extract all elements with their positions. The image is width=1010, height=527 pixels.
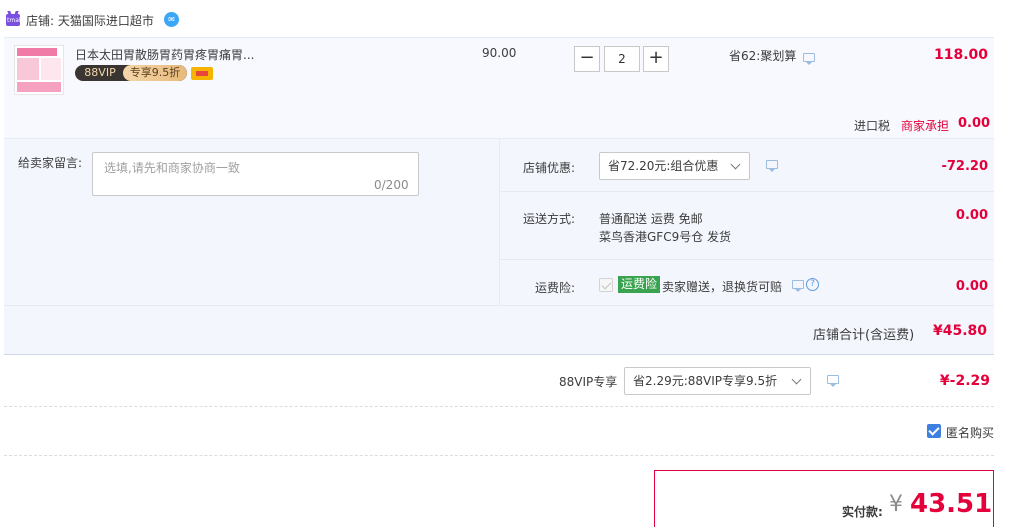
wangwang-chat-icon[interactable]: ✉ (164, 12, 179, 27)
import-tax-label: 进口税 (854, 119, 891, 133)
chevron-down-icon (791, 374, 802, 385)
store-promo-select[interactable]: 省72.20元:组合优惠 (599, 152, 750, 180)
quantity-increase-button[interactable]: + (643, 46, 669, 72)
remark-label: 给卖家留言: (18, 156, 83, 170)
item-subtotal: 118.00 (933, 47, 988, 63)
unit-price: 90.00 (482, 46, 517, 60)
insurance-checkbox (599, 278, 613, 292)
anonymous-purchase-checkbox[interactable] (927, 424, 941, 438)
vip-discount-select[interactable]: 省2.29元:88VIP专享9.5折 (624, 367, 811, 395)
remark-char-counter: 0/200 (374, 178, 409, 192)
vip-badge-label: 88VIP (84, 66, 116, 79)
store-promo-label: 店铺优惠: (523, 161, 576, 175)
shipping-value: 0.00 (955, 208, 988, 223)
comment-icon[interactable] (766, 160, 778, 172)
store-total-value: ¥45.80 (933, 323, 988, 339)
divider (4, 406, 994, 407)
store-promo-selected: 省72.20元:组合优惠 (608, 159, 719, 173)
shipping-label: 运送方式: (523, 212, 576, 226)
payment-label: 实付款: (842, 505, 883, 519)
insurance-description: 卖家赠送，退换货可赔 (662, 280, 783, 294)
shipping-method: 普通配送 运费 免邮 (599, 212, 703, 226)
comment-icon[interactable] (803, 53, 815, 65)
anonymous-purchase-label[interactable]: 匿名购买 (946, 424, 994, 441)
item-discount-text: 省62:聚划算 (729, 49, 797, 63)
vip-discount-label: 88VIP专享 (559, 375, 618, 389)
quantity-input[interactable]: 2 (604, 46, 640, 72)
product-title-link[interactable]: 日本太田胃散肠胃药胃疼胃痛胃... (75, 46, 254, 63)
credit-card-icon (191, 67, 213, 80)
quantity-decrease-button[interactable]: − (574, 46, 600, 72)
divider (500, 259, 994, 260)
import-tax-value: 0.00 (958, 116, 991, 131)
insurance-badge: 运费险 (618, 276, 661, 293)
product-thumbnail[interactable] (14, 45, 64, 95)
vip-badge-discount: 专享9.5折 (123, 65, 187, 81)
remark-placeholder: 选填,请先和商家协商一致 (104, 161, 240, 175)
shipping-origin: 菜鸟香港GFC9号仓 发货 (599, 230, 732, 244)
divider (4, 455, 994, 456)
vip-discount-badge: 88VIP 专享9.5折 (75, 65, 187, 81)
comment-icon[interactable] (792, 280, 804, 292)
chevron-down-icon (730, 159, 741, 170)
insurance-value: 0.00 (955, 279, 988, 294)
divider (500, 191, 994, 192)
insurance-label: 运费险: (535, 281, 576, 295)
comment-icon[interactable] (827, 375, 839, 387)
shop-name-link[interactable]: 店铺: 天猫国际进口超市 (26, 12, 154, 29)
tmall-cat-icon: tmall (6, 14, 22, 26)
payment-currency: ¥ (889, 492, 903, 517)
payment-amount: 43.51 (910, 489, 993, 519)
help-icon[interactable]: ? (806, 278, 819, 291)
tax-merchant-note: 商家承担 (901, 119, 950, 133)
vip-discount-value: ¥-2.29 (939, 373, 990, 389)
store-total-label: 店铺合计(含运费) (813, 328, 915, 343)
vip-discount-selected: 省2.29元:88VIP专享9.5折 (633, 374, 778, 388)
store-promo-value: -72.20 (941, 159, 988, 174)
